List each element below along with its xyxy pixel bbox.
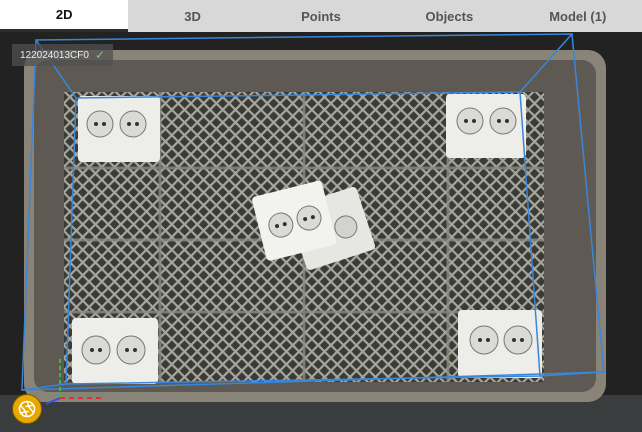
socket-top-left [78, 96, 160, 162]
tab-points[interactable]: Points [257, 0, 385, 32]
camera-status-badge: 122024013CF0 ✓ [12, 44, 114, 66]
view-tab-bar: 2D 3D Points Objects Model (1) [0, 0, 642, 32]
tab-model[interactable]: Model (1) [514, 0, 642, 32]
socket-bottom-right [458, 310, 542, 378]
camera-view[interactable]: 122024013CF0 ✓ [0, 32, 642, 432]
tab-objects[interactable]: Objects [385, 0, 513, 32]
socket-top-right [446, 94, 526, 158]
tab-2d[interactable]: 2D [0, 0, 129, 32]
check-icon: ✓ [94, 48, 106, 62]
tab-3d[interactable]: 3D [128, 0, 256, 32]
camera-image [0, 32, 642, 432]
aperture-icon[interactable] [12, 394, 42, 424]
socket-bottom-left [72, 318, 158, 384]
camera-id: 122024013CF0 [20, 49, 89, 61]
